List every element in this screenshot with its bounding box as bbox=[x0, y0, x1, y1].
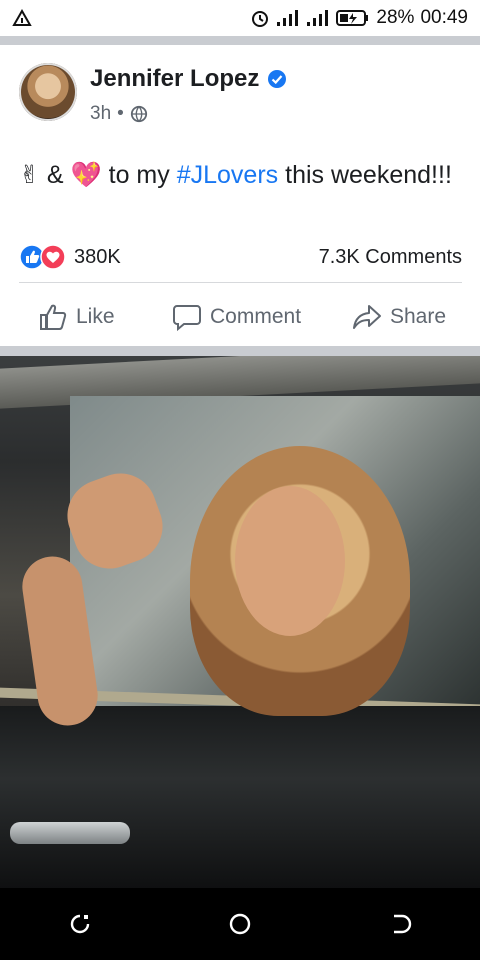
reaction-icons bbox=[19, 244, 66, 270]
post-actions: Like Comment Share bbox=[0, 292, 480, 342]
recent-apps-button[interactable] bbox=[56, 900, 104, 948]
text-after-hashtag: this weekend!!! bbox=[285, 161, 452, 189]
status-icons: 28% 00:49 bbox=[250, 7, 468, 29]
post-photo[interactable] bbox=[0, 356, 480, 888]
back-button[interactable] bbox=[376, 900, 424, 948]
victory-emoji: ✌ bbox=[19, 161, 40, 189]
author-row: Jennifer Lopez bbox=[90, 65, 287, 93]
home-button[interactable] bbox=[216, 900, 264, 948]
navigation-arrow-icon bbox=[12, 9, 32, 26]
photo-car-door bbox=[0, 706, 480, 888]
hashtag-link[interactable]: #JLovers bbox=[177, 161, 278, 189]
share-button[interactable]: Share bbox=[352, 302, 446, 332]
system-nav-bar bbox=[0, 888, 480, 960]
photo-door-handle bbox=[10, 822, 130, 844]
post-meta: 3h • bbox=[90, 103, 148, 125]
status-bar: 28% 00:49 bbox=[0, 0, 480, 36]
comment-icon bbox=[173, 305, 201, 332]
recent-apps-icon bbox=[70, 914, 90, 934]
feed-separator bbox=[0, 346, 480, 356]
ampersand: & bbox=[46, 161, 64, 189]
photo-face bbox=[235, 486, 345, 636]
dot-separator: • bbox=[117, 103, 124, 124]
avatar[interactable] bbox=[19, 63, 77, 121]
top-separator bbox=[0, 36, 480, 45]
share-label: Share bbox=[390, 305, 447, 328]
reactions-row: 380K 7.3K Comments bbox=[19, 242, 462, 272]
like-label: Like bbox=[76, 305, 115, 328]
alarm-icon bbox=[252, 11, 269, 27]
post-text: ✌ & 💖 to my #JLovers this weekend!!! bbox=[19, 158, 459, 192]
post-time[interactable]: 3h bbox=[90, 103, 111, 125]
like-button[interactable]: Like bbox=[38, 302, 115, 332]
clock: 00:49 bbox=[420, 7, 468, 28]
home-icon bbox=[229, 913, 251, 935]
author-name[interactable]: Jennifer Lopez bbox=[90, 65, 259, 93]
back-icon bbox=[394, 914, 412, 934]
globe-icon bbox=[130, 105, 147, 123]
signal-icon bbox=[277, 10, 299, 26]
like-icon bbox=[40, 304, 67, 330]
comments-count[interactable]: 7.3K Comments bbox=[319, 246, 462, 269]
post-header: Jennifer Lopez 3h • bbox=[0, 45, 480, 145]
battery-percent: 28% bbox=[376, 7, 415, 28]
love-icon bbox=[40, 244, 66, 270]
reactions-divider bbox=[19, 282, 462, 283]
heart-emoji: 💖 bbox=[70, 161, 102, 189]
verified-badge-icon bbox=[268, 70, 287, 88]
reaction-count: 380K bbox=[74, 245, 121, 268]
reaction-summary[interactable]: 380K bbox=[19, 244, 121, 270]
battery-charging-icon bbox=[336, 10, 369, 26]
share-icon bbox=[353, 305, 381, 329]
comment-label: Comment bbox=[210, 305, 302, 328]
comment-button[interactable]: Comment bbox=[172, 302, 301, 332]
text-before-hashtag: to my bbox=[108, 161, 170, 189]
signal-icon bbox=[307, 10, 329, 26]
